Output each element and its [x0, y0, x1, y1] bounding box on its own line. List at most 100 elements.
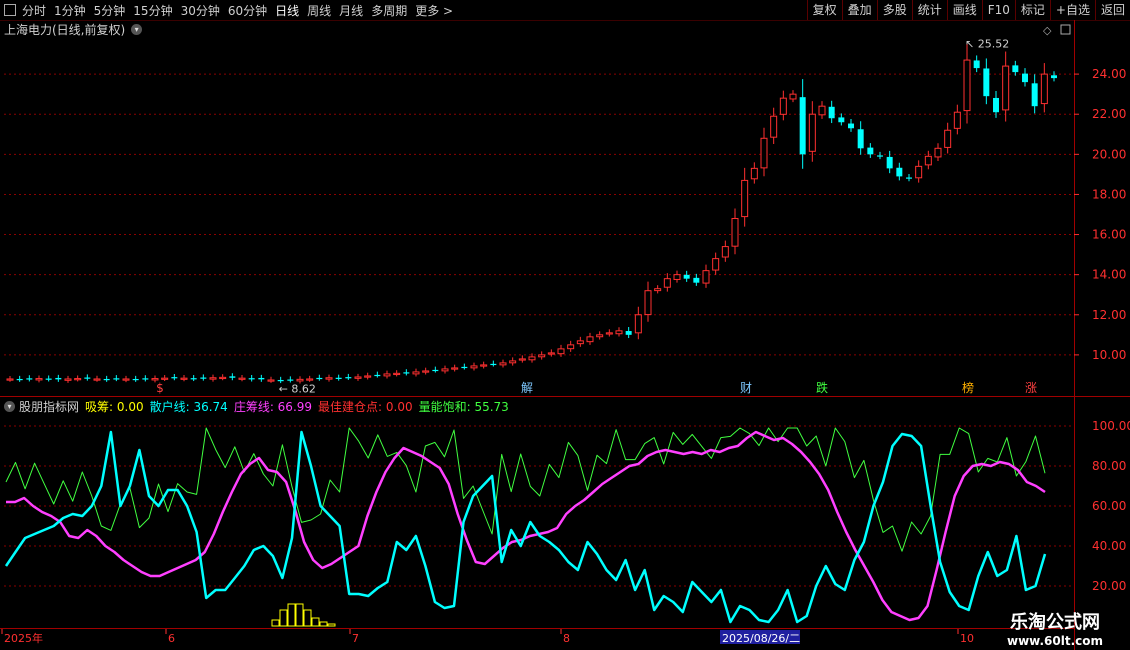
candle-body-down: [200, 377, 207, 379]
candle-body-up: [924, 155, 932, 166]
xaxis-label-group: 10: [957, 629, 974, 645]
candle-body-up: [644, 290, 652, 316]
candle-body-up: [441, 368, 449, 372]
candle-body-down: [335, 377, 342, 379]
candle-body-up: [480, 364, 488, 367]
candle-body-down: [625, 331, 632, 335]
candle-body-down: [432, 369, 439, 372]
candle-body-up: [605, 332, 613, 335]
accumulation-bar: [303, 609, 312, 627]
candle-body-down: [828, 106, 835, 119]
xaxis-label: 10: [960, 632, 974, 645]
candle-body-up: [702, 270, 710, 284]
candle-body-down: [345, 377, 352, 379]
candle-body-down: [848, 123, 854, 129]
candle-body-up: [770, 115, 778, 138]
stock-chart[interactable]: 24.00 22.00 20.00 18.00 16.00 14.00 12.00 10.00…: [0, 0, 1130, 650]
candle-body-down: [877, 155, 883, 157]
candle-body-down: [248, 378, 255, 380]
watermark: 乐淘公式网 www.60lt.com: [986, 608, 1124, 648]
candle-body-down: [1012, 65, 1019, 73]
candle-body-up: [422, 370, 430, 373]
candle-body-up: [634, 314, 642, 334]
candle-body-up: [586, 336, 594, 343]
price-tick-label: 16.00: [1092, 228, 1126, 242]
candle-body-up: [934, 147, 942, 158]
candle-body-up: [654, 288, 662, 292]
candle-body-up: [93, 378, 101, 381]
candle-body-up: [953, 111, 961, 129]
candle-body-up: [615, 330, 623, 335]
accumulation-bar: [295, 603, 304, 627]
candle-body-down: [84, 377, 91, 379]
candle-body-down: [277, 379, 284, 382]
candle-body-down: [287, 379, 294, 381]
xaxis-label-group: 7: [349, 629, 359, 645]
candle-body-up: [528, 356, 536, 361]
candle-body-down: [316, 377, 323, 380]
candle-body-up: [663, 278, 671, 288]
candle-body-down: [1022, 73, 1028, 83]
accumulation-bar: [279, 609, 288, 627]
event-marker: 解: [521, 381, 533, 395]
price-tick-label: 20.00: [1092, 147, 1126, 161]
candle-body-up: [151, 378, 159, 381]
candle-body-down: [55, 377, 62, 380]
candle-body-up: [789, 93, 797, 100]
candle-body-down: [838, 117, 845, 123]
candle-body-up: [576, 340, 584, 345]
candle-body-down: [799, 97, 806, 155]
candle-body-up: [567, 344, 575, 350]
candle-body-up: [219, 376, 227, 380]
retail-line: [4, 430, 1047, 624]
candle-body-up: [180, 377, 188, 380]
candle-body-down: [490, 363, 497, 366]
candle-body-down: [374, 374, 381, 377]
candle-body-up: [267, 379, 275, 382]
candle-body-down: [103, 378, 110, 381]
xaxis-label-group: 8: [560, 629, 570, 645]
candle-body-up: [306, 378, 314, 381]
candle-body-down: [16, 378, 23, 381]
candle-body-up: [325, 377, 333, 380]
candle-body-up: [364, 375, 372, 378]
price-tick-label: 14.00: [1092, 268, 1126, 282]
candle-body-down: [171, 377, 178, 379]
panel-toggle-icon: [1060, 24, 1071, 35]
xaxis-label-group: 2025/08/26/二: [720, 630, 800, 645]
candle-body-down: [693, 277, 700, 283]
candle-body-up: [1040, 73, 1048, 105]
indicator-tick-label: 20.00: [1092, 579, 1126, 593]
candle-body-up: [393, 372, 401, 376]
candle-body-up: [760, 137, 768, 169]
candle-body-down: [906, 177, 912, 179]
candle-body-down: [1031, 83, 1038, 107]
event-marker: 榜: [962, 380, 974, 395]
indicator-tick-label: 80.00: [1092, 459, 1126, 473]
price-tick-label: 18.00: [1092, 187, 1126, 201]
price-tick-label: 10.00: [1092, 348, 1126, 362]
accumulation-bar: [319, 621, 328, 627]
event-marker: 涨: [1025, 380, 1037, 395]
candle-body-up: [161, 377, 169, 380]
accumulation-bar: [327, 623, 336, 627]
candle-body-up: [731, 218, 739, 247]
candle-body-up: [209, 377, 217, 380]
event-marker: 跌: [816, 380, 828, 395]
candle-body-up: [412, 371, 420, 375]
candle-body-up: [509, 360, 517, 364]
candle-body-down: [896, 167, 903, 177]
accumulation-bar: [311, 617, 320, 627]
candle-body-up: [557, 348, 565, 355]
xaxis-label-group: 6: [165, 629, 175, 645]
candle-body-down: [132, 378, 139, 381]
candle-body-up: [721, 246, 729, 258]
event-marker: 财: [740, 381, 752, 395]
candle-body-down: [973, 60, 980, 69]
xaxis-label: 2025/08/26/二: [722, 632, 800, 645]
high-price-annotation: ↖ 25.52: [965, 38, 1009, 51]
candle-body-up: [6, 378, 14, 381]
candle-body-up: [547, 352, 555, 355]
candle-body-up: [383, 373, 391, 377]
candle-body-up: [915, 165, 923, 179]
